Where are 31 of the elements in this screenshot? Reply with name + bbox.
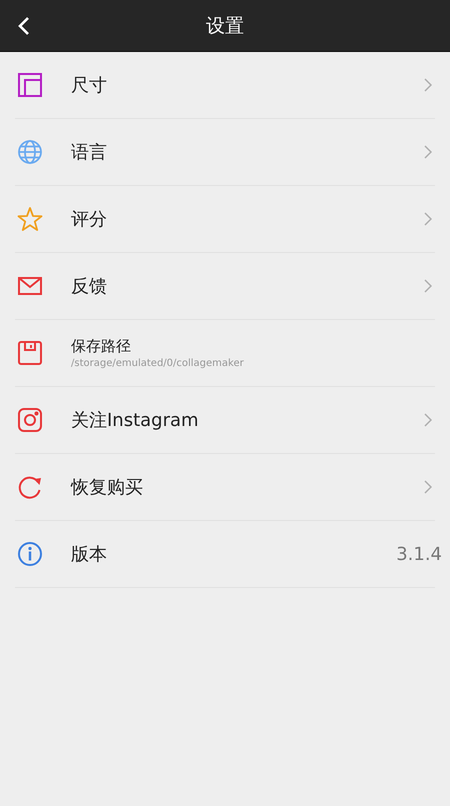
item-label: 反馈 bbox=[71, 275, 108, 298]
item-label: 恢复购买 bbox=[71, 476, 144, 499]
item-label: 关注Instagram bbox=[71, 409, 200, 432]
settings-item[interactable]: 关注Instagram bbox=[15, 387, 435, 454]
camera-icon bbox=[17, 407, 43, 433]
chevron-icon bbox=[424, 480, 432, 494]
settings-item[interactable]: 评分 bbox=[15, 186, 435, 253]
version-number: 3.1.4 bbox=[396, 544, 442, 564]
settings-item[interactable]: 恢复购买 bbox=[15, 454, 435, 521]
chevron-icon bbox=[424, 78, 432, 92]
chevron-icon bbox=[424, 413, 432, 427]
chevron-icon bbox=[424, 212, 432, 226]
globe-icon bbox=[17, 139, 43, 165]
chevron-icon bbox=[424, 279, 432, 293]
item-label: 评分 bbox=[71, 208, 108, 231]
settings-item[interactable]: 反馈 bbox=[15, 253, 435, 320]
refresh-icon bbox=[17, 474, 43, 500]
settings-item[interactable]: 语言 bbox=[15, 119, 435, 186]
info-icon bbox=[17, 541, 43, 567]
item-label: 尺寸 bbox=[71, 74, 108, 97]
item-label: 版本 bbox=[71, 543, 108, 566]
settings-item[interactable]: 尺寸 bbox=[15, 52, 435, 119]
page-title: 设置 bbox=[206, 14, 244, 38]
chevron-icon bbox=[424, 145, 432, 159]
save-path-text: /storage/emulated/0/collagemaker bbox=[71, 358, 245, 369]
star-icon bbox=[17, 206, 43, 232]
frame-icon bbox=[17, 72, 43, 98]
settings-item[interactable]: 保存路径 /storage/emulated/0/collagemaker bbox=[15, 320, 435, 387]
item-label: 语言 bbox=[71, 141, 108, 164]
back-icon[interactable] bbox=[18, 16, 30, 36]
item-label: 保存路径 bbox=[71, 337, 132, 356]
